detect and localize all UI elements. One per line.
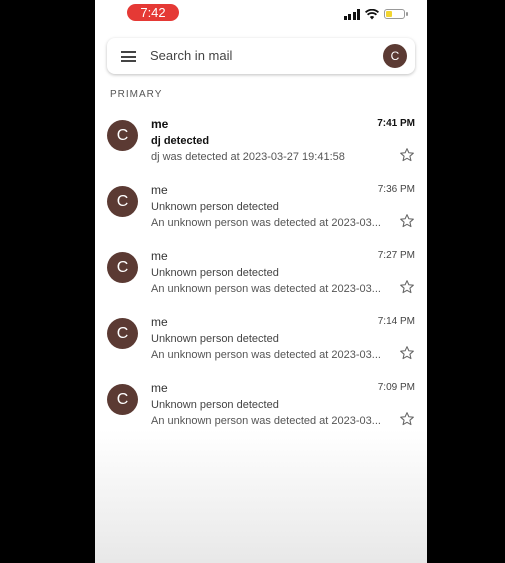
battery-level [386,11,392,17]
email-subject: Unknown person detected [151,201,279,213]
email-sender: me [151,117,169,131]
star-icon[interactable] [399,213,415,229]
sender-avatar[interactable]: C [107,318,138,349]
email-list-item[interactable]: C me 7:36 PM Unknown person detected An … [95,183,427,249]
sender-avatar[interactable]: C [107,384,138,415]
email-time: 7:27 PM [377,250,415,261]
email-snippet: An unknown person was detected at 2023-0… [151,349,381,361]
star-icon[interactable] [399,279,415,295]
email-sender: me [151,381,168,395]
email-time: 7:14 PM [377,316,415,327]
sender-avatar[interactable]: C [107,252,138,283]
star-icon[interactable] [399,411,415,427]
email-list-item[interactable]: C me 7:27 PM Unknown person detected An … [95,249,427,315]
email-sender: me [151,183,168,197]
email-list-item[interactable]: C me 7:09 PM Unknown person detected An … [95,381,427,447]
email-snippet: An unknown person was detected at 2023-0… [151,283,381,295]
email-snippet: An unknown person was detected at 2023-0… [151,415,381,427]
email-snippet: dj was detected at 2023-03-27 19:41:58 [151,151,345,163]
phone-screen: 7:42 Search in mail C PRIMARY C me 7:41 … [95,0,427,563]
search-input[interactable]: Search in mail [150,48,232,63]
status-icons [343,7,408,21]
sender-avatar[interactable]: C [107,186,138,217]
email-subject: Unknown person detected [151,333,279,345]
email-subject: dj detected [151,135,210,147]
section-label: PRIMARY [110,89,163,100]
status-time: 7:42 [127,4,179,21]
sender-avatar[interactable]: C [107,120,138,151]
email-time: 7:41 PM [377,118,415,129]
battery-icon [384,9,408,19]
wifi-icon [365,8,379,19]
email-subject: Unknown person detected [151,267,279,279]
star-icon[interactable] [399,147,415,163]
email-list-item[interactable]: C me 7:14 PM Unknown person detected An … [95,315,427,381]
email-list-item[interactable]: C me 7:41 PM dj detected dj was detected… [95,117,427,183]
cellular-signal-icon [343,8,360,20]
email-snippet: An unknown person was detected at 2023-0… [151,217,381,229]
email-sender: me [151,249,168,263]
email-sender: me [151,315,168,329]
menu-icon[interactable] [121,51,136,62]
account-avatar[interactable]: C [383,44,407,68]
email-time: 7:36 PM [377,184,415,195]
email-time: 7:09 PM [377,382,415,393]
email-subject: Unknown person detected [151,399,279,411]
search-bar[interactable]: Search in mail C [107,38,415,74]
star-icon[interactable] [399,345,415,361]
